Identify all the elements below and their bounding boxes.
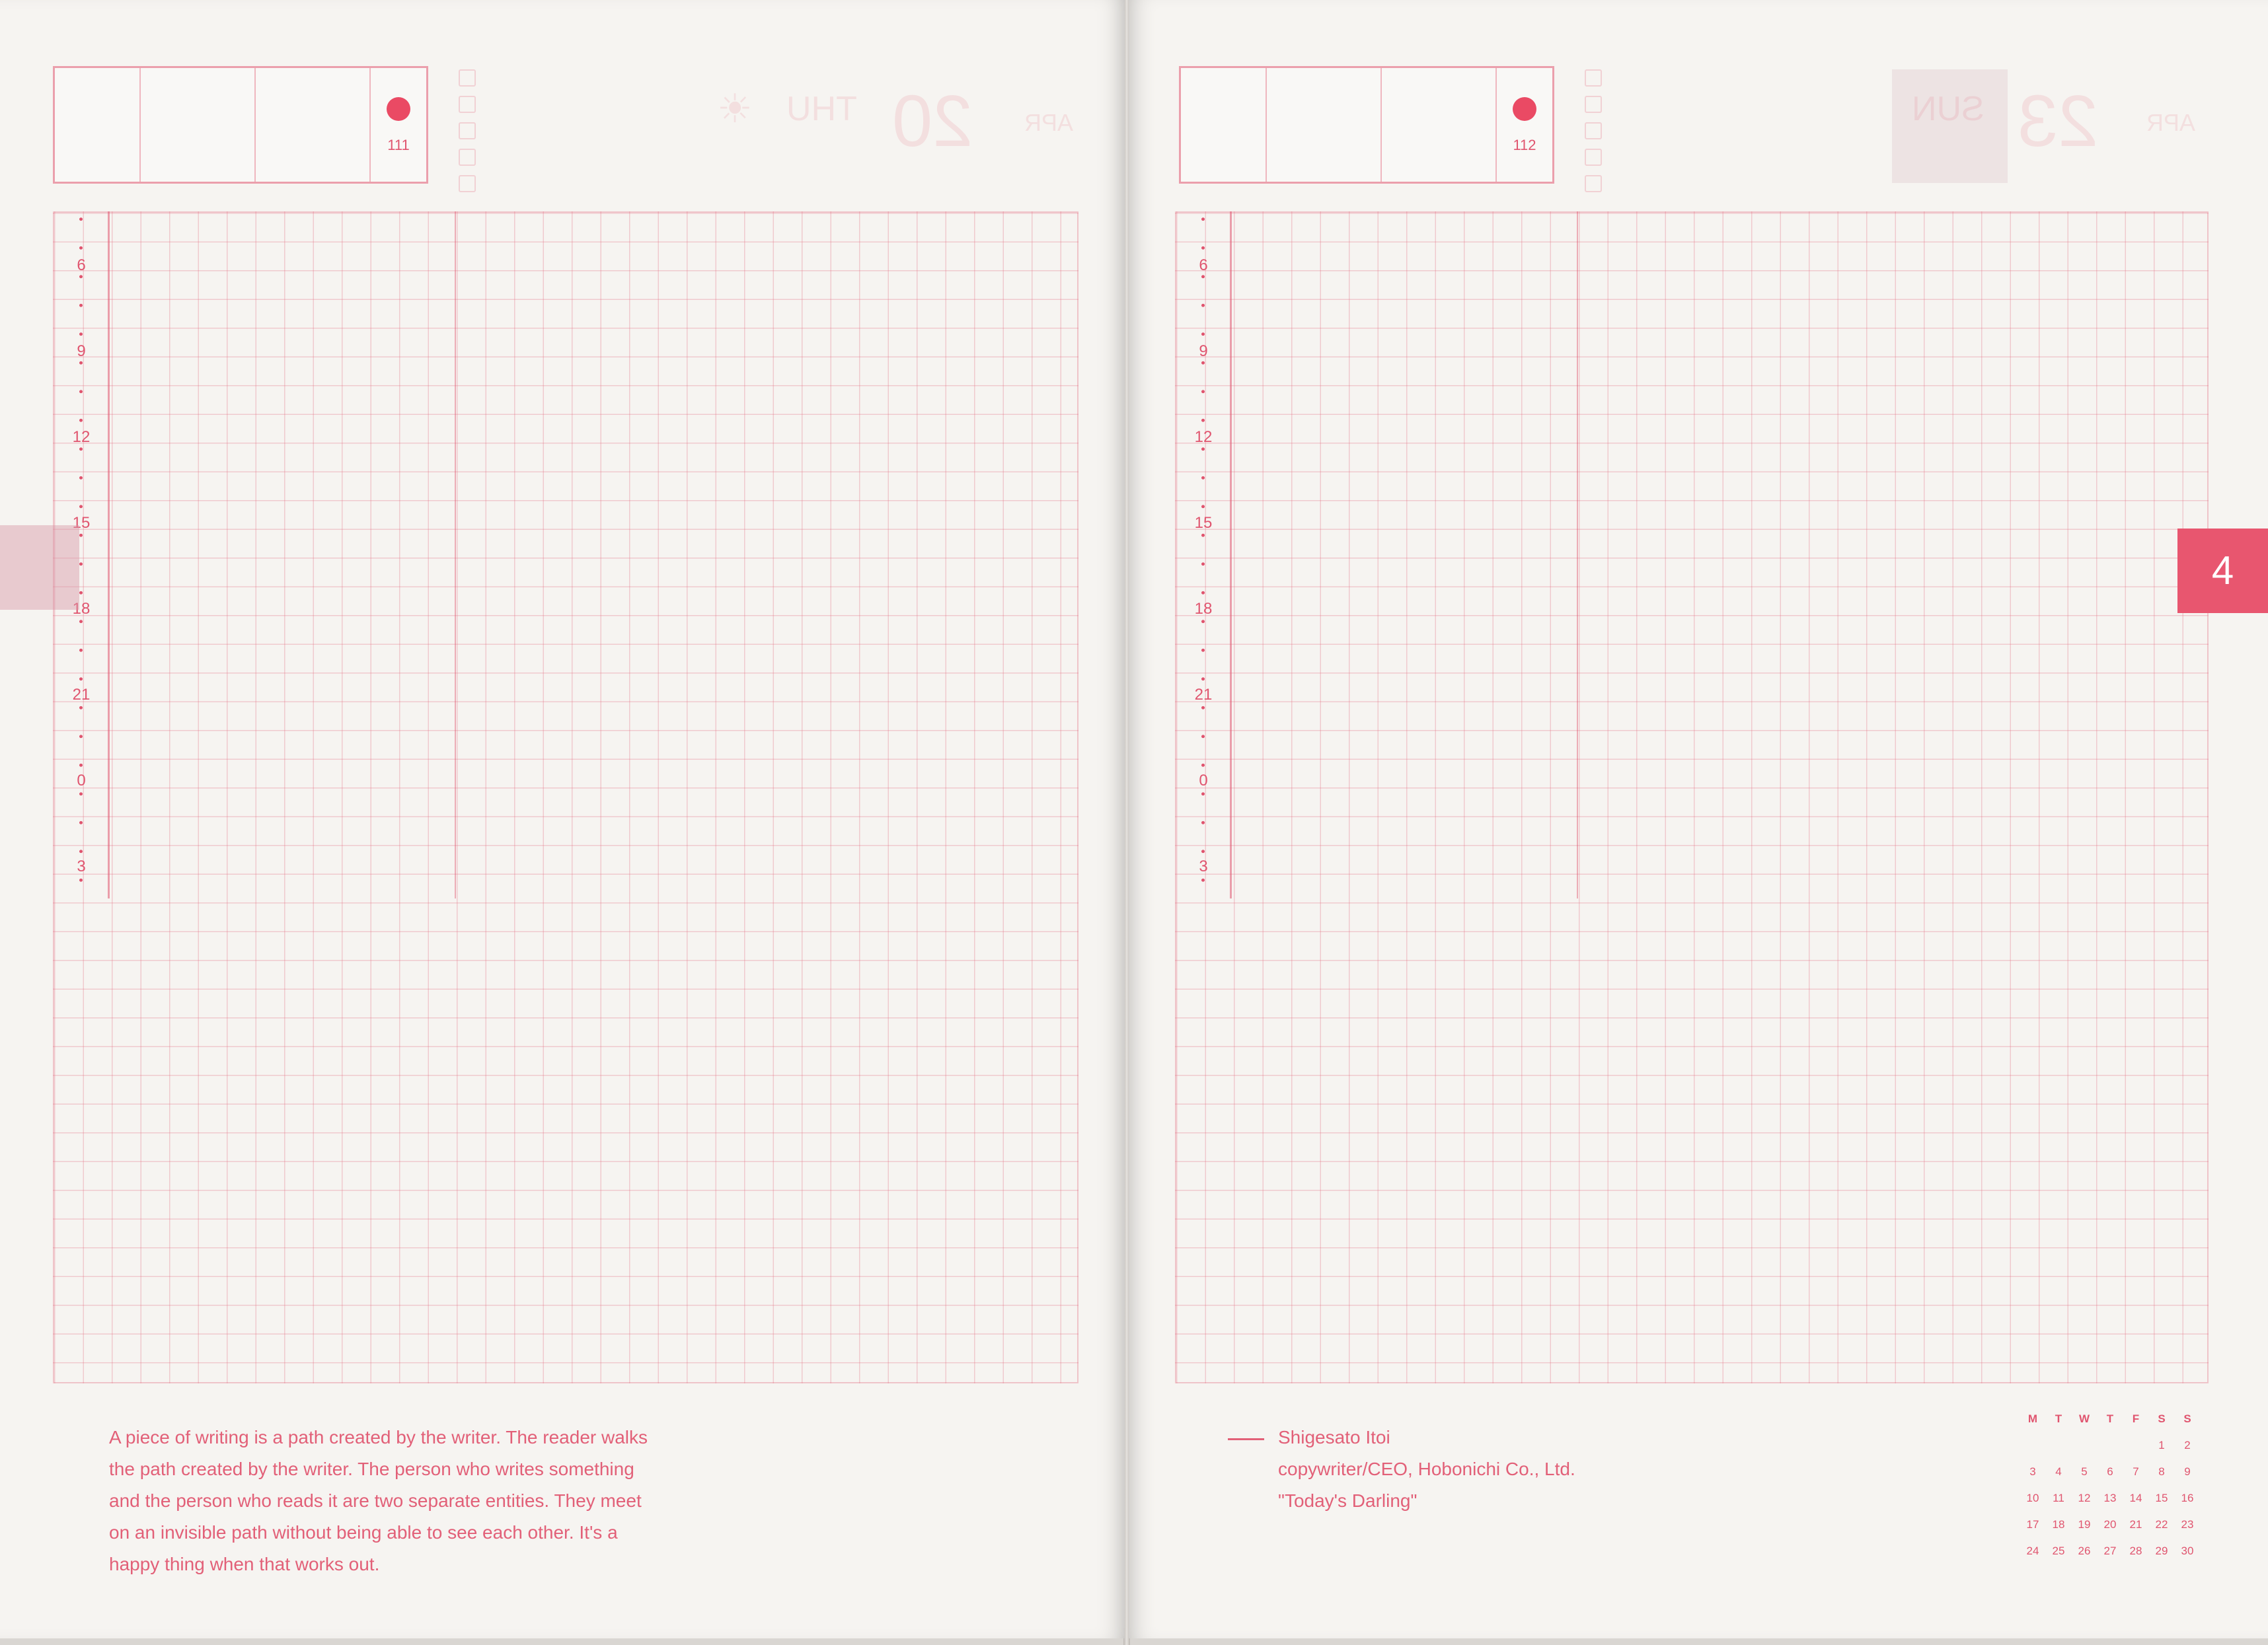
calendar-day: 10 bbox=[2026, 1492, 2039, 1504]
calendar-day: 1 bbox=[2158, 1439, 2165, 1451]
calendar-day: 21 bbox=[2129, 1518, 2142, 1531]
calendar-day: 18 bbox=[2052, 1518, 2065, 1531]
header-cell bbox=[139, 68, 141, 182]
hour-label: 21 bbox=[72, 686, 91, 704]
calendar-day: 14 bbox=[2129, 1492, 2142, 1504]
quote-line: on an invisible path without being able … bbox=[109, 1522, 618, 1543]
hour-dots bbox=[1201, 205, 1205, 905]
calendar-day: 29 bbox=[2155, 1545, 2168, 1557]
calendar-day: 7 bbox=[2133, 1465, 2139, 1478]
hour-label: 3 bbox=[1199, 858, 1208, 875]
calendar-day: 28 bbox=[2129, 1545, 2142, 1557]
hour-label: 12 bbox=[1194, 428, 1213, 446]
calendar-weekday-header: F bbox=[2132, 1412, 2140, 1425]
left-grid bbox=[53, 211, 1078, 1383]
calendar-day: 12 bbox=[2078, 1492, 2091, 1504]
calendar-day: 22 bbox=[2155, 1518, 2168, 1531]
hour-label: 3 bbox=[77, 858, 86, 875]
page-dot-icon bbox=[387, 97, 410, 121]
calendar-day: 2 bbox=[2184, 1439, 2191, 1451]
calendar-day: 26 bbox=[2078, 1545, 2091, 1557]
header-cell bbox=[369, 68, 371, 182]
calendar-day: 17 bbox=[2026, 1518, 2039, 1531]
calendar-day: 3 bbox=[2029, 1465, 2036, 1478]
hour-label: 21 bbox=[1194, 686, 1213, 704]
author-title: copywriter/CEO, Hobonichi Co., Ltd. bbox=[1278, 1459, 1575, 1479]
hour-label: 18 bbox=[1194, 600, 1213, 618]
page-dot-icon bbox=[1513, 97, 1536, 121]
attribution-dash bbox=[1228, 1438, 1264, 1440]
time-divider bbox=[1230, 211, 1232, 898]
source-title: "Today's Darling" bbox=[1278, 1490, 1418, 1511]
hour-label: 0 bbox=[1199, 772, 1208, 789]
quote-line: the path created by the writer. The pers… bbox=[109, 1459, 634, 1479]
header-cell bbox=[254, 68, 256, 182]
calendar-day: 11 bbox=[2053, 1492, 2064, 1504]
left-tab-shadow bbox=[0, 525, 79, 610]
right-page: 112 23 SUN APR 6 9 12 15 18 21 0 3 Shige… bbox=[1129, 0, 2268, 1638]
attribution: Shigesato Itoi copywriter/CEO, Hobonichi… bbox=[1278, 1422, 1575, 1517]
hour-label: 6 bbox=[1199, 256, 1208, 274]
ghost-weekday: SUN bbox=[1912, 90, 1984, 128]
page-number: 112 bbox=[1513, 137, 1536, 153]
calendar-weekday-header: S bbox=[2183, 1412, 2191, 1425]
calendar-weekday-header: M bbox=[2027, 1412, 2038, 1425]
ghost-sun-icon: ☀ bbox=[717, 87, 753, 131]
quote-line: and the person who reads it are two sepa… bbox=[109, 1490, 642, 1511]
hour-label: 9 bbox=[1199, 342, 1208, 360]
ghost-day: 20 bbox=[892, 81, 973, 162]
calendar-day: 15 bbox=[2155, 1492, 2168, 1504]
calendar-day: 6 bbox=[2107, 1465, 2113, 1478]
calendar-weekday-header: T bbox=[2106, 1412, 2114, 1425]
calendar-weekday-header: W bbox=[2078, 1412, 2090, 1425]
calendar-day: 4 bbox=[2055, 1465, 2062, 1478]
calendar-weekday-header: S bbox=[2158, 1412, 2166, 1425]
ghost-month: APR bbox=[1024, 109, 1074, 136]
mid-divider bbox=[1577, 211, 1578, 898]
calendar-day: 23 bbox=[2181, 1518, 2194, 1531]
calendar-day: 25 bbox=[2052, 1545, 2065, 1557]
right-header-box: 112 bbox=[1179, 66, 1554, 184]
page-number: 111 bbox=[387, 137, 410, 153]
header-cell bbox=[1380, 68, 1382, 182]
right-hour-column: 6 9 12 15 18 21 0 3 bbox=[1187, 205, 1220, 905]
hour-label: 9 bbox=[77, 342, 86, 360]
hour-label: 6 bbox=[77, 256, 86, 274]
header-cell bbox=[1495, 68, 1497, 182]
ghost-day: 23 bbox=[2018, 81, 2099, 162]
quote-line: happy thing when that works out. bbox=[109, 1554, 380, 1574]
ghost-month: APR bbox=[2146, 109, 2196, 136]
calendar-day: 9 bbox=[2184, 1465, 2191, 1478]
calendar-day: 19 bbox=[2078, 1518, 2091, 1531]
calendar-day: 30 bbox=[2181, 1545, 2194, 1557]
calendar-day: 20 bbox=[2103, 1518, 2117, 1531]
hour-label: 0 bbox=[77, 772, 86, 789]
calendar-day: 13 bbox=[2103, 1492, 2117, 1504]
left-header-box: 111 bbox=[53, 66, 428, 184]
time-divider bbox=[108, 211, 110, 898]
calendar-day: 27 bbox=[2103, 1545, 2117, 1557]
right-grid bbox=[1175, 211, 2209, 1383]
calendar-day: 16 bbox=[2181, 1492, 2194, 1504]
left-page: 111 20 THU APR ☀ 6 9 12 15 18 21 0 3 A p… bbox=[0, 0, 1125, 1638]
hour-label: 15 bbox=[1194, 514, 1213, 532]
hour-dots bbox=[79, 205, 83, 905]
quote-text: A piece of writing is a path created by … bbox=[109, 1422, 648, 1580]
calendar-day: 8 bbox=[2158, 1465, 2165, 1478]
hour-label: 12 bbox=[72, 428, 91, 446]
quote-line: A piece of writing is a path created by … bbox=[109, 1427, 648, 1447]
calendar-day: 5 bbox=[2081, 1465, 2088, 1478]
mid-divider bbox=[455, 211, 456, 898]
author-name: Shigesato Itoi bbox=[1278, 1427, 1390, 1447]
ghost-weekday: THU bbox=[786, 90, 857, 128]
calendar-day: 24 bbox=[2026, 1545, 2039, 1557]
month-index-tab[interactable]: 4 bbox=[2177, 529, 2268, 613]
calendar-weekday-header: T bbox=[2055, 1412, 2062, 1425]
header-cell bbox=[1266, 68, 1267, 182]
